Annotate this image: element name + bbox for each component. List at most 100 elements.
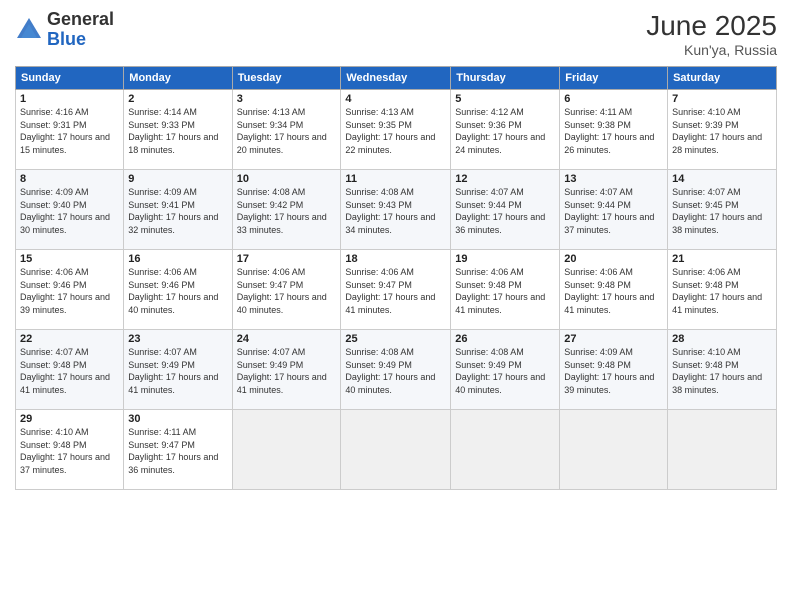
logo-text: General Blue (47, 10, 114, 50)
header: General Blue June 2025 Kun'ya, Russia (15, 10, 777, 58)
table-row (451, 410, 560, 490)
day-number: 28 (672, 333, 772, 345)
table-row (560, 410, 668, 490)
day-info: Sunrise: 4:06 AMSunset: 9:47 PMDaylight:… (237, 267, 327, 315)
day-number: 21 (672, 253, 772, 265)
table-row: 24 Sunrise: 4:07 AMSunset: 9:49 PMDayligh… (232, 330, 341, 410)
table-row: 21 Sunrise: 4:06 AMSunset: 9:48 PMDayligh… (668, 250, 777, 330)
day-info: Sunrise: 4:13 AMSunset: 9:34 PMDaylight:… (237, 107, 327, 155)
col-wednesday: Wednesday (341, 67, 451, 90)
day-info: Sunrise: 4:07 AMSunset: 9:44 PMDaylight:… (455, 187, 545, 235)
table-row (232, 410, 341, 490)
day-info: Sunrise: 4:13 AMSunset: 9:35 PMDaylight:… (345, 107, 435, 155)
day-info: Sunrise: 4:11 AMSunset: 9:38 PMDaylight:… (564, 107, 654, 155)
day-number: 13 (564, 173, 663, 185)
day-info: Sunrise: 4:14 AMSunset: 9:33 PMDaylight:… (128, 107, 218, 155)
day-info: Sunrise: 4:09 AMSunset: 9:40 PMDaylight:… (20, 187, 110, 235)
day-number: 6 (564, 93, 663, 105)
day-info: Sunrise: 4:06 AMSunset: 9:47 PMDaylight:… (345, 267, 435, 315)
day-number: 26 (455, 333, 555, 345)
col-tuesday: Tuesday (232, 67, 341, 90)
day-info: Sunrise: 4:16 AMSunset: 9:31 PMDaylight:… (20, 107, 110, 155)
table-row: 18 Sunrise: 4:06 AMSunset: 9:47 PMDayligh… (341, 250, 451, 330)
table-row: 10Sunrise: 4:08 AMSunset: 9:42 PMDayligh… (232, 170, 341, 250)
table-row: 20 Sunrise: 4:06 AMSunset: 9:48 PMDayligh… (560, 250, 668, 330)
day-number: 20 (564, 253, 663, 265)
table-row: 9Sunrise: 4:09 AMSunset: 9:41 PMDaylight… (124, 170, 232, 250)
day-info: Sunrise: 4:10 AMSunset: 9:48 PMDaylight:… (672, 347, 762, 395)
day-number: 30 (128, 413, 227, 425)
day-info: Sunrise: 4:07 AMSunset: 9:49 PMDaylight:… (128, 347, 218, 395)
day-info: Sunrise: 4:07 AMSunset: 9:44 PMDaylight:… (564, 187, 654, 235)
col-thursday: Thursday (451, 67, 560, 90)
day-number: 7 (672, 93, 772, 105)
table-row: 4 Sunrise: 4:13 AMSunset: 9:35 PMDaylight… (341, 90, 451, 170)
col-friday: Friday (560, 67, 668, 90)
page: General Blue June 2025 Kun'ya, Russia Su… (0, 0, 792, 612)
table-row: 15 Sunrise: 4:06 AMSunset: 9:46 PMDayligh… (16, 250, 124, 330)
table-row: 26 Sunrise: 4:08 AMSunset: 9:49 PMDayligh… (451, 330, 560, 410)
day-number: 3 (237, 93, 337, 105)
day-number: 8 (20, 173, 119, 185)
table-row: 16 Sunrise: 4:06 AMSunset: 9:46 PMDayligh… (124, 250, 232, 330)
table-row: 22 Sunrise: 4:07 AMSunset: 9:48 PMDayligh… (16, 330, 124, 410)
logo-icon (15, 16, 43, 44)
day-number: 17 (237, 253, 337, 265)
table-row (341, 410, 451, 490)
day-info: Sunrise: 4:09 AMSunset: 9:41 PMDaylight:… (128, 187, 218, 235)
table-row: 13 Sunrise: 4:07 AMSunset: 9:44 PMDayligh… (560, 170, 668, 250)
table-row: 14 Sunrise: 4:07 AMSunset: 9:45 PMDayligh… (668, 170, 777, 250)
col-sunday: Sunday (16, 67, 124, 90)
day-number: 25 (345, 333, 446, 345)
day-number: 16 (128, 253, 227, 265)
month-title: June 2025 (646, 10, 777, 42)
day-number: 5 (455, 93, 555, 105)
day-number: 22 (20, 333, 119, 345)
day-number: 4 (345, 93, 446, 105)
day-info: Sunrise: 4:07 AMSunset: 9:48 PMDaylight:… (20, 347, 110, 395)
day-number: 15 (20, 253, 119, 265)
day-info: Sunrise: 4:12 AMSunset: 9:36 PMDaylight:… (455, 107, 545, 155)
logo-general: General (47, 10, 114, 30)
table-row: 30 Sunrise: 4:11 AMSunset: 9:47 PMDayligh… (124, 410, 232, 490)
table-row: 1Sunrise: 4:16 AMSunset: 9:31 PMDaylight… (16, 90, 124, 170)
title-block: June 2025 Kun'ya, Russia (646, 10, 777, 58)
day-number: 2 (128, 93, 227, 105)
table-row: 28 Sunrise: 4:10 AMSunset: 9:48 PMDayligh… (668, 330, 777, 410)
day-number: 12 (455, 173, 555, 185)
day-number: 10 (237, 173, 337, 185)
day-number: 27 (564, 333, 663, 345)
logo-blue: Blue (47, 30, 114, 50)
day-number: 18 (345, 253, 446, 265)
table-row: 27Sunrise: 4:09 AMSunset: 9:48 PMDayligh… (560, 330, 668, 410)
table-row: 5 Sunrise: 4:12 AMSunset: 9:36 PMDaylight… (451, 90, 560, 170)
table-row (668, 410, 777, 490)
table-row: 11 Sunrise: 4:08 AMSunset: 9:43 PMDayligh… (341, 170, 451, 250)
table-row: 17 Sunrise: 4:06 AMSunset: 9:47 PMDayligh… (232, 250, 341, 330)
day-info: Sunrise: 4:06 AMSunset: 9:48 PMDaylight:… (564, 267, 654, 315)
table-row: 23Sunrise: 4:07 AMSunset: 9:49 PMDayligh… (124, 330, 232, 410)
table-row: 6 Sunrise: 4:11 AMSunset: 9:38 PMDaylight… (560, 90, 668, 170)
table-row: 2 Sunrise: 4:14 AMSunset: 9:33 PMDaylight… (124, 90, 232, 170)
logo: General Blue (15, 10, 114, 50)
table-row: 8 Sunrise: 4:09 AMSunset: 9:40 PMDaylight… (16, 170, 124, 250)
day-info: Sunrise: 4:06 AMSunset: 9:48 PMDaylight:… (672, 267, 762, 315)
day-info: Sunrise: 4:11 AMSunset: 9:47 PMDaylight:… (128, 427, 218, 475)
day-info: Sunrise: 4:08 AMSunset: 9:43 PMDaylight:… (345, 187, 435, 235)
table-row: 25Sunrise: 4:08 AMSunset: 9:49 PMDayligh… (341, 330, 451, 410)
table-row: 7Sunrise: 4:10 AMSunset: 9:39 PMDaylight… (668, 90, 777, 170)
day-number: 19 (455, 253, 555, 265)
table-row: 12 Sunrise: 4:07 AMSunset: 9:44 PMDayligh… (451, 170, 560, 250)
day-info: Sunrise: 4:08 AMSunset: 9:49 PMDaylight:… (455, 347, 545, 395)
col-monday: Monday (124, 67, 232, 90)
day-info: Sunrise: 4:07 AMSunset: 9:49 PMDaylight:… (237, 347, 327, 395)
day-info: Sunrise: 4:06 AMSunset: 9:48 PMDaylight:… (455, 267, 545, 315)
day-info: Sunrise: 4:06 AMSunset: 9:46 PMDaylight:… (128, 267, 218, 315)
calendar-table: Sunday Monday Tuesday Wednesday Thursday… (15, 66, 777, 490)
day-number: 11 (345, 173, 446, 185)
table-row: 3 Sunrise: 4:13 AMSunset: 9:34 PMDaylight… (232, 90, 341, 170)
day-number: 14 (672, 173, 772, 185)
day-number: 24 (237, 333, 337, 345)
day-info: Sunrise: 4:06 AMSunset: 9:46 PMDaylight:… (20, 267, 110, 315)
day-info: Sunrise: 4:07 AMSunset: 9:45 PMDaylight:… (672, 187, 762, 235)
